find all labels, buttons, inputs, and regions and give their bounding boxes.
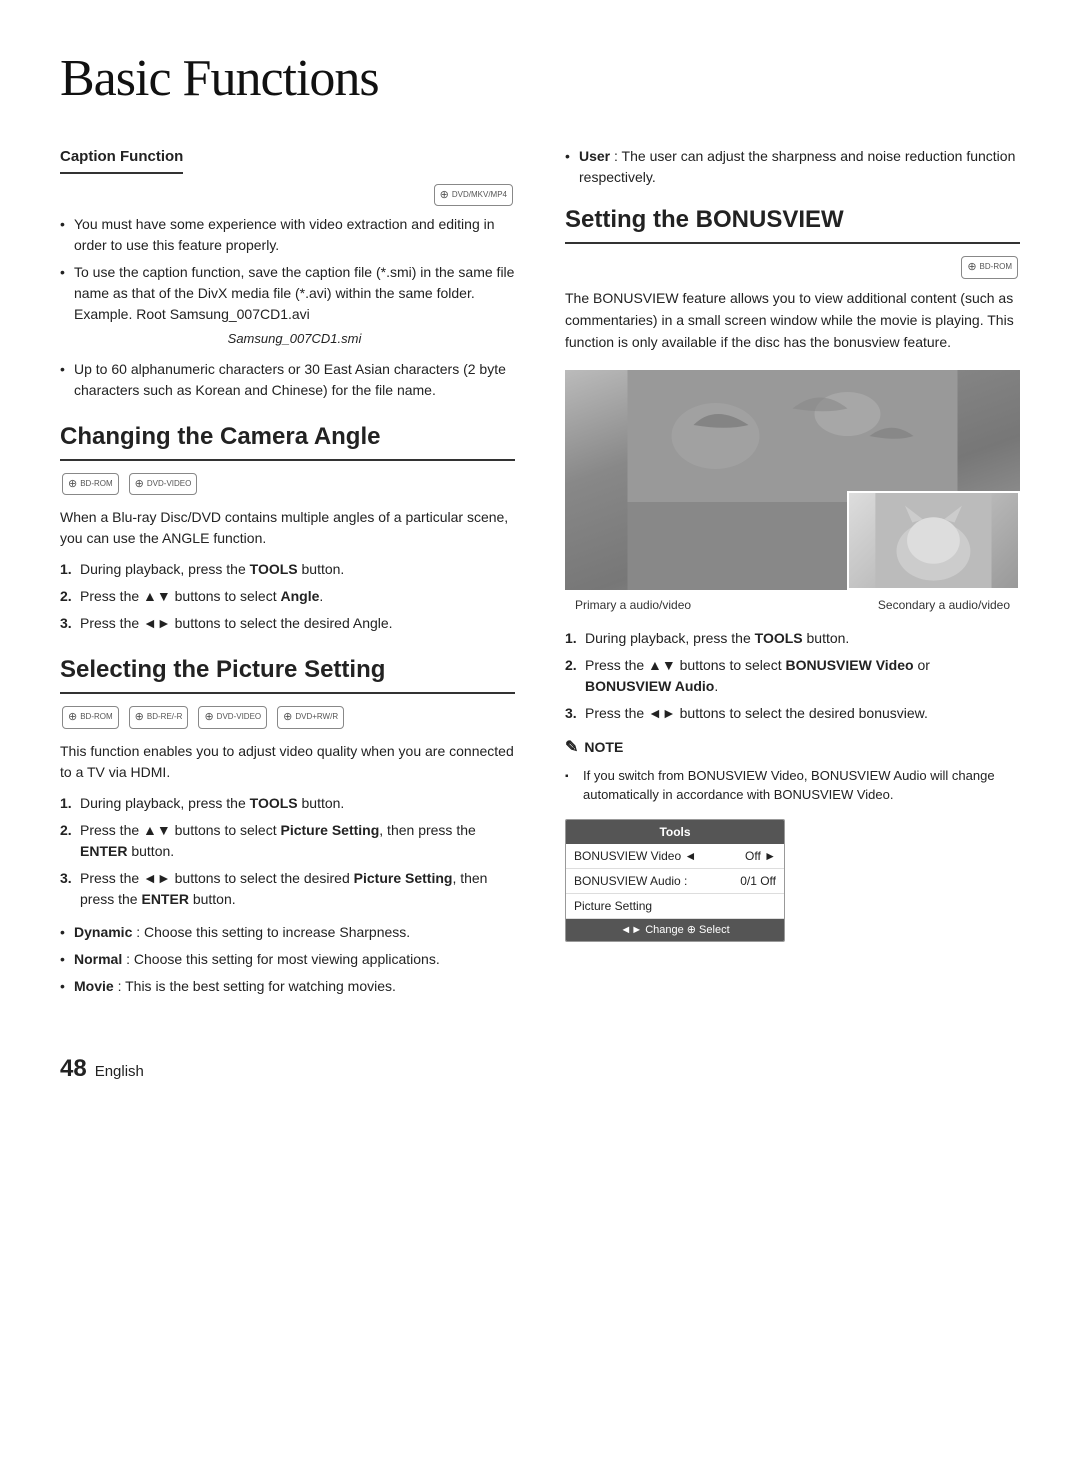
bonusview-image — [565, 370, 1020, 590]
picture-setting-steps: 1.During playback, press the TOOLS butto… — [60, 793, 515, 910]
label-secondary: Secondary a audio/video — [878, 596, 1010, 614]
caption-heading: Caption Function — [60, 146, 183, 174]
bonusview-step-3: 3.Press the ◄► buttons to select the des… — [565, 703, 1020, 724]
pic-sub-dynamic: Dynamic : Choose this setting to increas… — [60, 922, 515, 943]
note-label: NOTE — [584, 737, 623, 758]
camera-step-3: 3.Press the ◄► buttons to select the des… — [60, 613, 515, 634]
caption-bullet-list: You must have some experience with video… — [60, 214, 515, 401]
bonusview-section: Setting the BONUSVIEW ⊕ BD-ROM The BONUS… — [565, 202, 1020, 942]
note-list: If you switch from BONUSVIEW Video, BONU… — [565, 766, 1020, 805]
tools-row-2: BONUSVIEW Audio : 0/1 Off — [566, 869, 784, 894]
note-item-1: If you switch from BONUSVIEW Video, BONU… — [565, 766, 1020, 805]
tools-table-footer: ◄► Change ⊕ Select — [566, 919, 784, 942]
picture-setting-section: Selecting the Picture Setting ⊕ BD-ROM ⊕… — [60, 652, 515, 997]
camera-icon-row: ⊕ BD-ROM ⊕ DVD-VIDEO — [60, 473, 515, 496]
bonusview-intro: The BONUSVIEW feature allows you to view… — [565, 287, 1020, 354]
caption-example: Samsung_007CD1.smi — [74, 329, 515, 349]
pic-sub-movie: Movie : This is the best setting for wat… — [60, 976, 515, 997]
camera-step-1: 1.During playback, press the TOOLS butto… — [60, 559, 515, 580]
tools-row-2-label: BONUSVIEW Audio : — [574, 872, 687, 890]
note-section: ✎ NOTE If you switch from BONUSVIEW Vide… — [565, 736, 1020, 805]
cat-svg — [849, 493, 1018, 588]
page-footer: 48 English — [60, 1051, 1020, 1087]
tools-row-2-value: 0/1 Off — [740, 872, 776, 890]
caption-bullet-1: You must have some experience with video… — [60, 214, 515, 256]
page-number: 48 — [60, 1051, 87, 1087]
bonusview-heading: Setting the BONUSVIEW — [565, 202, 1020, 244]
right-column: User : The user can adjust the sharpness… — [565, 146, 1020, 1011]
page-number-label: English — [95, 1061, 144, 1084]
picture-setting-intro: This function enables you to adjust vide… — [60, 741, 515, 783]
dvd-rwr-icon-pic: ⊕ DVD+RW/R — [277, 706, 344, 729]
bd-rom-icon-pic: ⊕ BD-ROM — [62, 706, 119, 729]
bd-rom-icon-bonusview: ⊕ BD-ROM — [961, 256, 1018, 279]
dvd-video-icon-camera: ⊕ DVD-VIDEO — [129, 473, 198, 496]
dvd-mkv-icon: ⊕ DVD/MKV/MP4 — [434, 184, 513, 207]
tools-row-3: Picture Setting — [566, 894, 784, 919]
camera-angle-intro: When a Blu-ray Disc/DVD contains multipl… — [60, 507, 515, 549]
camera-angle-steps: 1.During playback, press the TOOLS butto… — [60, 559, 515, 634]
caption-function-section: Caption Function ⊕ DVD/MKV/MP4 You must … — [60, 146, 515, 401]
pic-sub-user: User : The user can adjust the sharpness… — [565, 146, 1020, 188]
tools-table: Tools BONUSVIEW Video ◄ Off ► BONUSVIEW … — [565, 819, 785, 943]
user-bullet-right: User : The user can adjust the sharpness… — [565, 146, 1020, 188]
bonusview-steps: 1.During playback, press the TOOLS butto… — [565, 628, 1020, 724]
dvd-video-icon-pic: ⊕ DVD-VIDEO — [198, 706, 267, 729]
page-title: Basic Functions — [60, 40, 1020, 118]
bonusview-inset-img — [847, 491, 1020, 590]
tools-row-1-value: Off ► — [745, 847, 776, 865]
label-primary: Primary a audio/video — [575, 596, 691, 614]
pic-step-2: 2.Press the ▲▼ buttons to select Picture… — [60, 820, 515, 862]
tools-row-1-label: BONUSVIEW Video ◄ — [574, 847, 696, 865]
pic-step-3: 3.Press the ◄► buttons to select the des… — [60, 868, 515, 910]
note-pencil-icon: ✎ — [565, 736, 578, 760]
tools-row-3-label: Picture Setting — [574, 897, 652, 915]
camera-angle-heading: Changing the Camera Angle — [60, 419, 515, 461]
picture-setting-heading: Selecting the Picture Setting — [60, 652, 515, 694]
picture-icon-row: ⊕ BD-ROM ⊕ BD-RE/-R ⊕ DVD-VIDEO ⊕ DVD+RW… — [60, 706, 515, 729]
camera-step-2: 2.Press the ▲▼ buttons to select Angle. — [60, 586, 515, 607]
note-heading: ✎ NOTE — [565, 736, 1020, 760]
camera-angle-section: Changing the Camera Angle ⊕ BD-ROM ⊕ DVD… — [60, 419, 515, 635]
caption-bullet-2: To use the caption function, save the ca… — [60, 262, 515, 349]
tools-table-header: Tools — [566, 820, 784, 844]
bd-rom-icon-camera: ⊕ BD-ROM — [62, 473, 119, 496]
img-labels-row: Primary a audio/video Secondary a audio/… — [565, 596, 1020, 614]
tools-row-1: BONUSVIEW Video ◄ Off ► — [566, 844, 784, 869]
pic-step-1: 1.During playback, press the TOOLS butto… — [60, 793, 515, 814]
caption-bullet-3: Up to 60 alphanumeric characters or 30 E… — [60, 359, 515, 401]
pic-sub-normal: Normal : Choose this setting for most vi… — [60, 949, 515, 970]
bonusview-step-1: 1.During playback, press the TOOLS butto… — [565, 628, 1020, 649]
picture-sub-bullets: Dynamic : Choose this setting to increas… — [60, 922, 515, 997]
left-column: Caption Function ⊕ DVD/MKV/MP4 You must … — [60, 146, 515, 1011]
bd-rer-icon-pic: ⊕ BD-RE/-R — [129, 706, 189, 729]
bonusview-step-2: 2.Press the ▲▼ buttons to select BONUSVI… — [565, 655, 1020, 697]
